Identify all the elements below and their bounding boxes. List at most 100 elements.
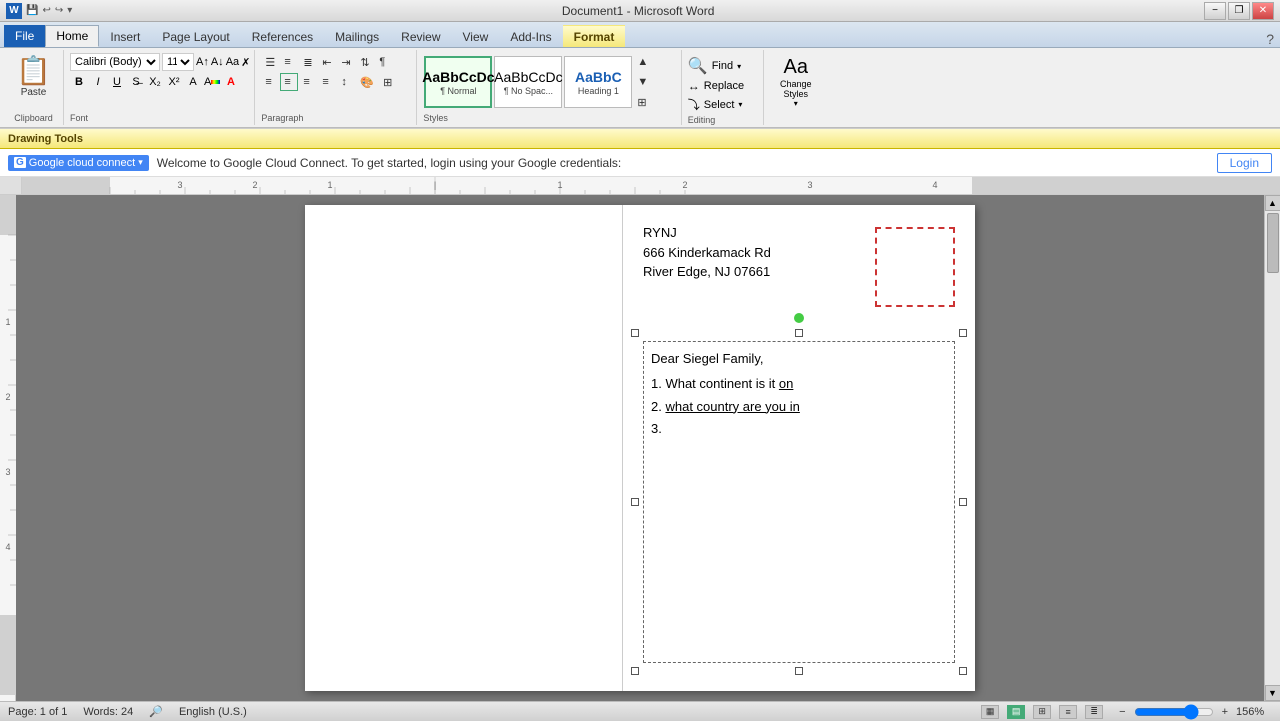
justify-btn[interactable]: ≡ <box>318 73 336 91</box>
align-center-btn[interactable]: ≡ <box>280 73 298 91</box>
editing-label: Editing <box>688 113 716 125</box>
tab-view[interactable]: View <box>452 25 500 47</box>
clipboard-group: 📋 Paste Clipboard <box>4 50 64 125</box>
tab-file[interactable]: File <box>4 25 45 47</box>
text-effects-button[interactable]: A <box>184 73 202 91</box>
tab-format[interactable]: Format <box>563 25 626 47</box>
show-hide-btn[interactable]: ¶ <box>375 53 393 71</box>
svg-text:3: 3 <box>5 467 10 477</box>
highlight-btn[interactable]: A <box>203 73 221 91</box>
sender-line1: RYNJ <box>643 223 771 243</box>
find-button[interactable]: 🔍 Find ▾ <box>688 56 741 76</box>
help-icon[interactable]: ? <box>1266 31 1280 47</box>
tab-page-layout[interactable]: Page Layout <box>151 25 240 47</box>
align-left-btn[interactable]: ≡ <box>261 73 279 91</box>
style-normal[interactable]: AaBbCcDc ¶ Normal <box>424 56 492 108</box>
handle-bot-mid[interactable] <box>795 667 803 675</box>
handle-mid-right[interactable] <box>959 498 967 506</box>
view-outline[interactable]: ≡ <box>1059 705 1077 719</box>
bullets-btn[interactable]: ☰ <box>261 53 279 71</box>
handle-mid-left[interactable] <box>631 498 639 506</box>
line-spacing-btn[interactable]: ↕ <box>337 73 355 91</box>
zoom-slider[interactable] <box>1134 704 1214 720</box>
view-print-layout[interactable]: ▦ <box>981 705 999 719</box>
shading-btn[interactable]: 🎨 <box>356 73 378 91</box>
style-heading1[interactable]: AaBbC Heading 1 <box>564 56 632 108</box>
scroll-thumb[interactable] <box>1267 213 1279 273</box>
text-box-content[interactable]: Dear Siegel Family, 1. What continent is… <box>651 349 947 442</box>
sender-line3: River Edge, NJ 07661 <box>643 262 771 282</box>
increase-indent-btn[interactable]: ⇥ <box>337 53 355 71</box>
strikethrough-button[interactable]: S̶ <box>127 73 145 91</box>
select-button[interactable]: ⤵ Select ▾ <box>688 96 743 113</box>
spell-check-icon[interactable]: 🔎 <box>149 705 163 718</box>
replace-button[interactable]: ↔ Replace <box>688 79 744 93</box>
view-web[interactable]: ⊞ <box>1033 705 1051 719</box>
change-case-btn[interactable]: Aa <box>226 56 239 68</box>
borders-btn[interactable]: ⊞ <box>379 73 397 91</box>
vertical-scrollbar[interactable]: ▲ ▼ <box>1264 195 1280 701</box>
styles-scroll-down[interactable]: ▼ <box>633 73 652 91</box>
word-count: Words: 24 <box>83 706 133 718</box>
gcloud-logo[interactable]: G Google cloud connect ▾ <box>8 155 149 171</box>
styles-group: AaBbCcDc ¶ Normal AaBbCcDc ¶ No Spac... … <box>419 50 681 125</box>
handle-top-right[interactable] <box>959 329 967 337</box>
main-area: 1 2 3 4 RYNJ 666 Kinderkamack Rd River E… <box>0 195 1280 701</box>
status-right: ▦ ▤ ⊞ ≡ ≣ − + 156% <box>981 704 1272 720</box>
text-box-container[interactable]: Dear Siegel Family, 1. What continent is… <box>635 333 963 671</box>
underline-button[interactable]: U <box>108 73 126 91</box>
login-button[interactable]: Login <box>1217 153 1272 173</box>
tab-addins[interactable]: Add-Ins <box>499 25 562 47</box>
quick-access-save[interactable]: 💾 <box>26 5 38 16</box>
handle-bot-left[interactable] <box>631 667 639 675</box>
status-bar: Page: 1 of 1 Words: 24 🔎 English (U.S.) … <box>0 701 1280 721</box>
numbering-btn[interactable]: ≡ <box>280 53 298 71</box>
tab-home[interactable]: Home <box>45 25 99 47</box>
subscript-button[interactable]: X₂ <box>146 73 164 91</box>
close-button[interactable]: ✕ <box>1252 2 1274 20</box>
scroll-down-button[interactable]: ▼ <box>1265 685 1280 701</box>
scroll-up-button[interactable]: ▲ <box>1265 195 1280 211</box>
font-color-btn[interactable]: A <box>222 73 240 91</box>
view-draft[interactable]: ≣ <box>1085 705 1103 719</box>
zoom-out-btn[interactable]: − <box>1119 706 1125 718</box>
decrease-indent-btn[interactable]: ⇤ <box>318 53 336 71</box>
change-styles-button[interactable]: Aa Change Styles ▾ <box>780 56 812 108</box>
zoom-in-btn[interactable]: + <box>1222 706 1228 718</box>
font-name-select[interactable]: Calibri (Body) <box>70 53 160 71</box>
clipboard-label: Clipboard <box>14 111 53 123</box>
handle-top-mid[interactable] <box>795 329 803 337</box>
superscript-button[interactable]: X² <box>165 73 183 91</box>
tab-review[interactable]: Review <box>390 25 451 47</box>
font-size-select[interactable]: 11 <box>162 53 194 71</box>
styles-more[interactable]: ⊞ <box>633 93 652 111</box>
handle-top-left[interactable] <box>631 329 639 337</box>
style-no-spacing[interactable]: AaBbCcDc ¶ No Spac... <box>494 56 562 108</box>
page-left <box>305 205 623 691</box>
tab-mailings[interactable]: Mailings <box>324 25 390 47</box>
scroll-track[interactable] <box>1265 211 1280 685</box>
rotate-handle[interactable] <box>794 313 804 323</box>
paste-button[interactable]: 📋 Paste <box>14 52 54 100</box>
styles-scroll-up[interactable]: ▲ <box>633 53 652 71</box>
tab-references[interactable]: References <box>241 25 324 47</box>
view-full-screen[interactable]: ▤ <box>1007 705 1025 719</box>
restore-button[interactable]: ❐ <box>1228 2 1250 20</box>
multilevel-btn[interactable]: ≣ <box>299 53 317 71</box>
bold-button[interactable]: B <box>70 73 88 91</box>
tab-insert[interactable]: Insert <box>99 25 151 47</box>
quick-access-undo[interactable]: ↩ <box>42 5 50 16</box>
grow-font-btn[interactable]: A↑ <box>196 56 209 68</box>
sender-line2: 666 Kinderkamack Rd <box>643 243 771 263</box>
handle-bot-right[interactable] <box>959 667 967 675</box>
list-item-2: 2. what country are you in <box>651 397 947 418</box>
align-right-btn[interactable]: ≡ <box>299 73 317 91</box>
shrink-font-btn[interactable]: A↓ <box>211 56 224 68</box>
italic-button[interactable]: I <box>89 73 107 91</box>
quick-access-redo[interactable]: ↪ <box>55 5 63 16</box>
minimize-button[interactable]: − <box>1204 2 1226 20</box>
clear-formatting-btn[interactable]: ✗ <box>241 56 250 69</box>
sort-btn[interactable]: ⇅ <box>356 53 374 71</box>
document-area[interactable]: RYNJ 666 Kinderkamack Rd River Edge, NJ … <box>16 195 1264 701</box>
svg-text:3: 3 <box>807 180 812 190</box>
